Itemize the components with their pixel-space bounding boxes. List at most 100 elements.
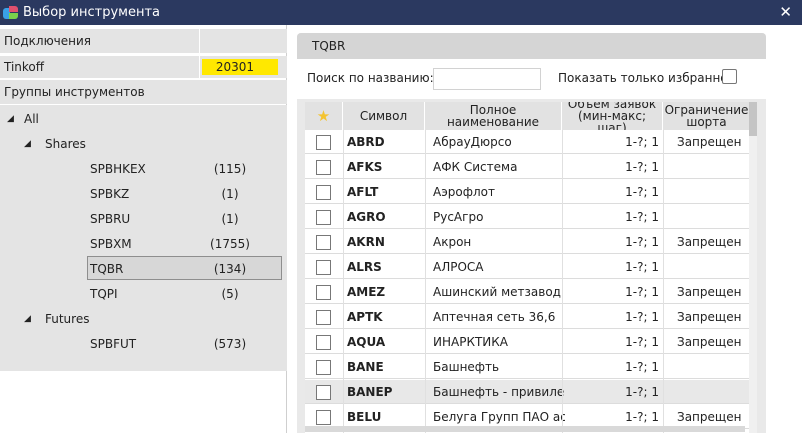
close-button[interactable]: ✕ (779, 3, 792, 21)
tree-item-label: SPBXM (90, 236, 132, 251)
symbol-cell: BANE (347, 360, 384, 374)
favorite-checkbox[interactable] (316, 184, 331, 200)
tree-item-label: All (24, 111, 39, 126)
favorite-cell (305, 330, 343, 354)
short-limit-cell: Запрещен (677, 135, 742, 149)
volume-column-label-2: (мин-макс; шаг) (577, 109, 646, 130)
table-horizontal-scrollbar[interactable] (305, 426, 745, 432)
favorite-checkbox[interactable] (316, 359, 331, 375)
table-row[interactable]: AGRO РусАгро 1-?; 1 (305, 205, 751, 229)
symbol-cell: BANEP (347, 385, 393, 399)
full-name-cell: Аптечная сеть 36,6 (433, 310, 556, 324)
volume-column-header[interactable]: Объем заявок (мин-макс; шаг) (562, 102, 663, 130)
short-limit-cell (665, 355, 751, 379)
volume-cell: 1-?; 1 (625, 135, 659, 149)
favorite-cell (305, 255, 343, 279)
tree-item-shares[interactable]: ◢ Shares (0, 131, 287, 156)
table-row[interactable]: AFLT Аэрофлот 1-?; 1 (305, 180, 751, 204)
favorite-column-header[interactable]: ★ (305, 102, 343, 130)
volume-cell: 1-?; 1 (625, 385, 659, 399)
tree-item-spbfut[interactable]: SPBFUT (573) (0, 331, 287, 356)
short-limit-cell: Запрещен (677, 335, 742, 349)
tree-item-all[interactable]: ◢ All (0, 106, 287, 131)
groups-header-label: Группы инструментов (4, 85, 145, 99)
favorite-checkbox[interactable] (316, 134, 331, 150)
short-limit-cell (665, 205, 751, 229)
limit-column-label-2: шорта (686, 115, 727, 129)
table-row[interactable]: BANEP Башнефть - привиле... 1-?; 1 (305, 380, 751, 404)
favorite-checkbox[interactable] (316, 309, 331, 325)
favorite-checkbox[interactable] (316, 159, 331, 175)
tree-item-spbxm[interactable]: SPBXM (1755) (0, 231, 287, 256)
favorite-checkbox[interactable] (316, 234, 331, 250)
instrument-group-tree: ◢ All ◢ Shares SPBHKEX (115) SPBKZ (1) SPBRU (1) S… (0, 105, 287, 371)
favorite-cell (305, 230, 343, 254)
instrument-selector-window: Выбор инструмента ✕ Подключения Tinkoff … (0, 0, 802, 433)
search-input[interactable] (433, 68, 541, 90)
table-vertical-scrollbar[interactable] (749, 102, 757, 433)
left-panel: Подключения Tinkoff 20301 Группы инструм… (0, 25, 287, 433)
full-name-cell: Ашинский метзавод (433, 285, 561, 299)
table-row[interactable]: BANE Башнефть 1-?; 1 (305, 355, 751, 379)
connection-row-tinkoff[interactable]: Tinkoff 20301 (0, 56, 287, 78)
favorites-only-checkbox[interactable] (722, 69, 737, 84)
favorite-checkbox[interactable] (316, 409, 331, 425)
tree-item-tqbr[interactable]: TQBR (134) (0, 256, 287, 281)
expand-arrow-icon[interactable]: ◢ (7, 114, 14, 124)
tree-item-spbru[interactable]: SPBRU (1) (0, 206, 287, 231)
tree-item-futures[interactable]: ◢ Futures (0, 306, 287, 331)
full-name-cell: Башнефть (433, 360, 500, 374)
favorite-checkbox[interactable] (316, 384, 331, 400)
limit-column-header[interactable]: Ограничение шорта (663, 102, 751, 130)
column-divider (562, 130, 563, 433)
tree-item-spbhkex[interactable]: SPBHKEX (115) (0, 156, 287, 181)
symbol-cell: AMEZ (347, 285, 386, 299)
favorite-cell (305, 380, 343, 404)
table-row[interactable]: AQUA ИНАРКТИКА 1-?; 1 Запрещен (305, 330, 751, 354)
tree-item-label: SPBFUT (90, 336, 137, 351)
tree-item-spbkz[interactable]: SPBKZ (1) (0, 181, 287, 206)
title-bar: Выбор инструмента ✕ (0, 0, 802, 25)
full-name-cell: АЛРОСА (433, 260, 484, 274)
full-name-cell: АбрауДюрсо (433, 135, 512, 149)
tree-item-count: (573) (213, 336, 247, 351)
tree-item-label: SPBRU (90, 211, 131, 226)
table-row[interactable]: AFKS АФК Система 1-?; 1 (305, 155, 751, 179)
expand-arrow-icon[interactable]: ◢ (24, 314, 31, 324)
tree-item-count: (134) (213, 261, 247, 276)
tree-item-tqpi[interactable]: TQPI (5) (0, 281, 287, 306)
expand-arrow-icon[interactable]: ◢ (24, 139, 31, 149)
favorite-checkbox[interactable] (316, 334, 331, 350)
favorite-cell (305, 130, 343, 154)
table-row[interactable]: ABRD АбрауДюрсо 1-?; 1 Запрещен (305, 130, 751, 154)
table-row[interactable]: ALRS АЛРОСА 1-?; 1 (305, 255, 751, 279)
favorite-checkbox[interactable] (316, 259, 331, 275)
volume-cell: 1-?; 1 (625, 285, 659, 299)
table-row[interactable]: APTK Аптечная сеть 36,6 1-?; 1 Запрещен (305, 305, 751, 329)
table-header: ★ Символ Полное наименование Объем заяво… (305, 102, 751, 130)
volume-cell: 1-?; 1 (625, 360, 659, 374)
favorite-cell (305, 355, 343, 379)
table-row[interactable]: AMEZ Ашинский метзавод 1-?; 1 Запрещен (305, 280, 751, 304)
short-limit-cell (665, 380, 751, 404)
instruments-table: ★ Символ Полное наименование Объем заяво… (305, 102, 751, 433)
favorite-cell (305, 305, 343, 329)
window-title: Выбор инструмента (23, 5, 160, 20)
symbol-cell: APTK (347, 310, 383, 324)
column-divider (425, 130, 426, 433)
favorite-checkbox[interactable] (316, 209, 331, 225)
symbol-cell: AQUA (347, 335, 386, 349)
tab-tqbr[interactable]: TQBR (297, 33, 766, 59)
tree-item-label: SPBKZ (90, 186, 130, 201)
favorite-checkbox[interactable] (316, 284, 331, 300)
short-limit-cell (665, 180, 751, 204)
full-name-column-header[interactable]: Полное наименование (425, 102, 562, 130)
table-row[interactable]: AKRN Акрон 1-?; 1 Запрещен (305, 230, 751, 254)
symbol-cell: AKRN (347, 235, 385, 249)
tab-title: TQBR (312, 39, 346, 53)
symbol-column-header[interactable]: Символ (343, 102, 425, 130)
favorite-cell (305, 155, 343, 179)
scrollbar-thumb[interactable] (749, 102, 757, 136)
search-label: Поиск по названию: (307, 71, 434, 85)
star-icon: ★ (316, 107, 331, 125)
